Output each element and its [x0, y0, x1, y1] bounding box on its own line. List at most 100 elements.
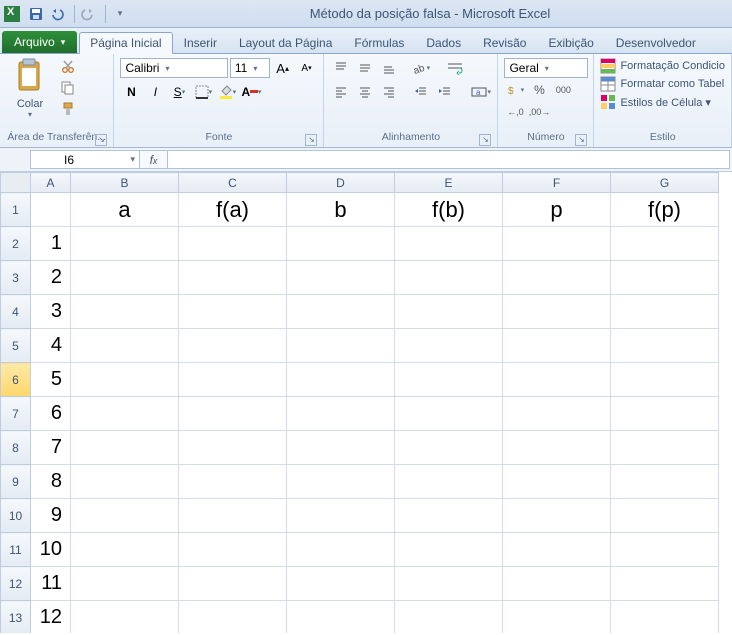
- cell[interactable]: 12: [31, 601, 71, 634]
- increase-indent-button[interactable]: [434, 82, 456, 102]
- cell[interactable]: [71, 567, 179, 601]
- cell[interactable]: f(p): [611, 193, 719, 227]
- cell[interactable]: [179, 499, 287, 533]
- cell[interactable]: [611, 431, 719, 465]
- row-header[interactable]: 3: [1, 261, 31, 295]
- cell[interactable]: [395, 261, 503, 295]
- cell[interactable]: [611, 227, 719, 261]
- border-button[interactable]: ▾: [192, 82, 214, 102]
- cell[interactable]: [503, 329, 611, 363]
- format-painter-button[interactable]: [58, 100, 78, 118]
- row-header[interactable]: 6: [1, 363, 31, 397]
- paste-button[interactable]: Colar ▾: [6, 58, 54, 119]
- cell[interactable]: [395, 499, 503, 533]
- align-bottom-button[interactable]: [378, 58, 400, 78]
- row-header[interactable]: 8: [1, 431, 31, 465]
- cell[interactable]: 8: [31, 465, 71, 499]
- qat-customize-icon[interactable]: ▾: [110, 4, 130, 24]
- row-header[interactable]: 13: [1, 601, 31, 634]
- select-all-button[interactable]: [1, 173, 31, 193]
- cell[interactable]: [395, 295, 503, 329]
- shrink-font-button[interactable]: A▾: [296, 58, 318, 78]
- cell[interactable]: [287, 261, 395, 295]
- cell[interactable]: [179, 533, 287, 567]
- undo-icon[interactable]: [48, 4, 68, 24]
- cell[interactable]: [179, 397, 287, 431]
- column-header[interactable]: F: [503, 173, 611, 193]
- cell[interactable]: 10: [31, 533, 71, 567]
- font-name-combo[interactable]: Calibri▾: [120, 58, 227, 78]
- insert-function-button[interactable]: fx: [140, 150, 168, 169]
- font-size-combo[interactable]: 11▾: [230, 58, 270, 78]
- increase-decimal-button[interactable]: ←,0: [504, 102, 526, 122]
- cell[interactable]: [179, 567, 287, 601]
- align-top-button[interactable]: [330, 58, 352, 78]
- name-box[interactable]: ▾: [30, 150, 140, 169]
- decrease-decimal-button[interactable]: ,00→: [528, 102, 550, 122]
- cell[interactable]: a: [71, 193, 179, 227]
- cell[interactable]: [179, 227, 287, 261]
- tab-view[interactable]: Exibição: [537, 31, 604, 53]
- cell[interactable]: 9: [31, 499, 71, 533]
- formula-input[interactable]: [168, 151, 729, 168]
- cell[interactable]: [395, 601, 503, 634]
- cell[interactable]: [71, 465, 179, 499]
- cell[interactable]: [503, 499, 611, 533]
- name-box-input[interactable]: [35, 153, 103, 167]
- cell[interactable]: 11: [31, 567, 71, 601]
- cell[interactable]: [503, 295, 611, 329]
- cell[interactable]: [395, 227, 503, 261]
- percent-button[interactable]: %: [528, 80, 550, 100]
- cell[interactable]: [179, 261, 287, 295]
- cell[interactable]: [287, 465, 395, 499]
- bold-button[interactable]: N: [120, 82, 142, 102]
- copy-button[interactable]: [58, 79, 78, 97]
- grow-font-button[interactable]: A▴: [272, 58, 294, 78]
- cell[interactable]: [503, 533, 611, 567]
- cell[interactable]: f(b): [395, 193, 503, 227]
- cell[interactable]: [71, 499, 179, 533]
- cell[interactable]: [287, 397, 395, 431]
- underline-button[interactable]: S▾: [168, 82, 190, 102]
- row-header[interactable]: 1: [1, 193, 31, 227]
- row-header[interactable]: 9: [1, 465, 31, 499]
- cell[interactable]: [287, 329, 395, 363]
- conditional-formatting-button[interactable]: Formatação Condicio: [600, 58, 725, 74]
- tab-data[interactable]: Dados: [415, 31, 472, 53]
- redo-icon[interactable]: [79, 4, 99, 24]
- tab-insert[interactable]: Inserir: [173, 31, 228, 53]
- cell[interactable]: [611, 601, 719, 634]
- dialog-launcher-icon[interactable]: ↘: [575, 134, 587, 146]
- column-header[interactable]: A: [31, 173, 71, 193]
- cell[interactable]: [503, 567, 611, 601]
- cell[interactable]: [395, 533, 503, 567]
- column-header[interactable]: G: [611, 173, 719, 193]
- row-header[interactable]: 11: [1, 533, 31, 567]
- save-icon[interactable]: [26, 4, 46, 24]
- cell[interactable]: b: [287, 193, 395, 227]
- cell[interactable]: 7: [31, 431, 71, 465]
- cell[interactable]: [503, 601, 611, 634]
- cell[interactable]: [179, 601, 287, 634]
- cell[interactable]: [611, 397, 719, 431]
- cell[interactable]: [71, 261, 179, 295]
- cell[interactable]: 2: [31, 261, 71, 295]
- column-header[interactable]: C: [179, 173, 287, 193]
- formula-bar[interactable]: [168, 150, 730, 169]
- cell[interactable]: [503, 397, 611, 431]
- cell[interactable]: [71, 601, 179, 634]
- currency-button[interactable]: $▾: [504, 80, 526, 100]
- wrap-text-button[interactable]: [442, 58, 468, 78]
- row-header[interactable]: 4: [1, 295, 31, 329]
- cell[interactable]: [287, 499, 395, 533]
- tab-layout[interactable]: Layout da Página: [228, 31, 343, 53]
- cell[interactable]: [71, 295, 179, 329]
- cell[interactable]: f(a): [179, 193, 287, 227]
- cell[interactable]: [71, 431, 179, 465]
- align-right-button[interactable]: [378, 82, 400, 102]
- cell[interactable]: [287, 363, 395, 397]
- cell[interactable]: 4: [31, 329, 71, 363]
- cell[interactable]: [179, 363, 287, 397]
- cell[interactable]: [179, 465, 287, 499]
- row-header[interactable]: 7: [1, 397, 31, 431]
